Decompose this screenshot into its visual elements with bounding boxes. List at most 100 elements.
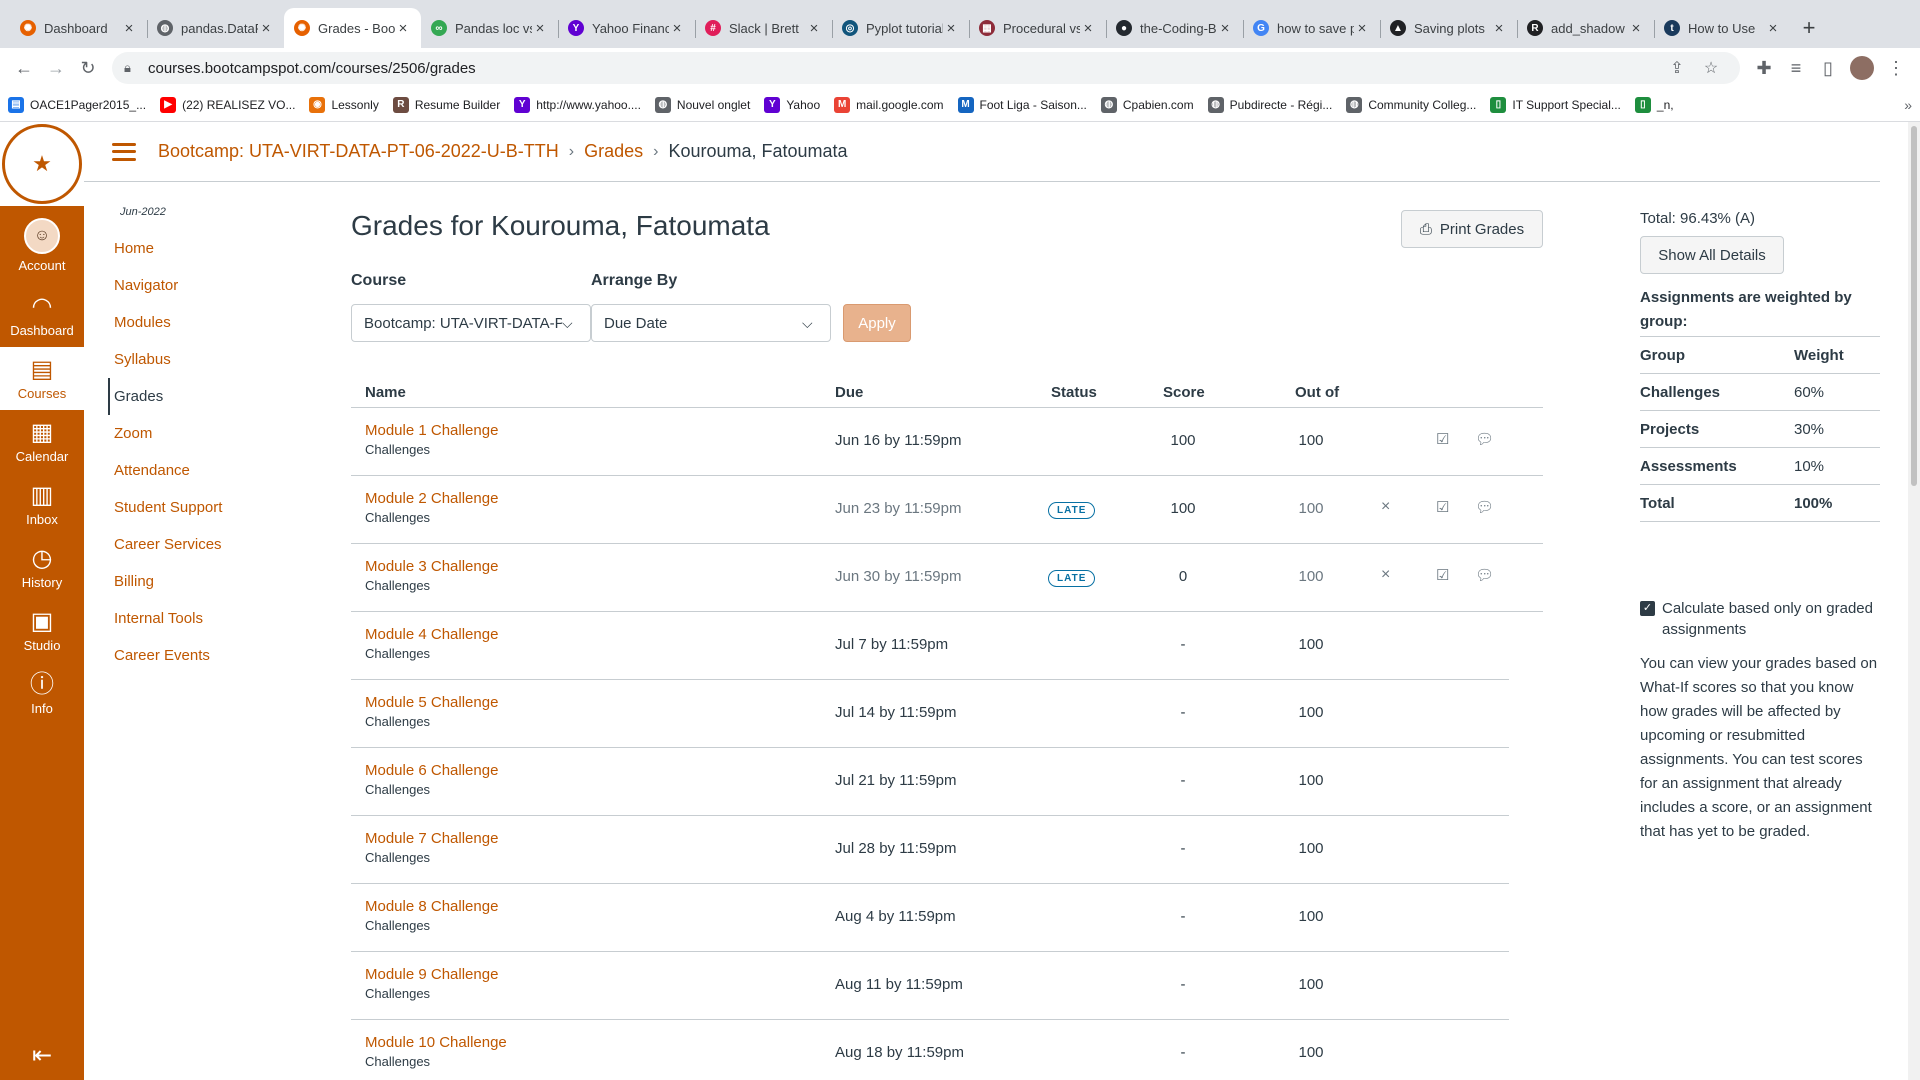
- close-tab-icon[interactable]: ×: [1354, 20, 1370, 37]
- course-nav-student-support[interactable]: Student Support: [108, 489, 222, 526]
- bookmark-item[interactable]: Mmail.google.com: [834, 96, 944, 113]
- close-tab-icon[interactable]: ×: [532, 20, 548, 37]
- global-nav-history[interactable]: ◷ History: [0, 536, 84, 599]
- assignment-link[interactable]: Module 7 Challenge: [365, 830, 498, 847]
- global-nav-calendar[interactable]: ▦ Calendar: [0, 410, 84, 473]
- course-nav-billing[interactable]: Billing: [108, 563, 222, 600]
- share-icon[interactable]: ⇪: [1660, 58, 1694, 78]
- browser-tab[interactable]: # Slack | Brett ×: [695, 8, 832, 48]
- assignment-link[interactable]: Module 10 Challenge: [365, 1034, 507, 1051]
- bookmark-item[interactable]: Y Yahoo: [764, 96, 820, 113]
- browser-tab[interactable]: ● the-Coding-Bootcamp×: [1106, 8, 1243, 48]
- global-nav-dashboard[interactable]: ◠ Dashboard: [0, 284, 84, 347]
- bookmark-item[interactable]: M Foot Liga - Saison...: [957, 96, 1087, 113]
- bookmark-item[interactable]: ▯ _n,: [1634, 96, 1674, 113]
- bookmark-item[interactable]: ▯ IT Support Special...: [1490, 96, 1621, 113]
- bookmark-item[interactable]: ◍ Community Colleg...: [1346, 96, 1476, 113]
- bookmark-item[interactable]: ◍ Cpabien.com: [1100, 96, 1194, 113]
- course-nav-home[interactable]: Home: [108, 230, 222, 267]
- course-nav-modules[interactable]: Modules: [108, 304, 222, 341]
- back-arrow-icon[interactable]: ←: [8, 52, 40, 84]
- assignment-link[interactable]: Module 1 Challenge: [365, 422, 498, 439]
- browser-tab[interactable]: Y Yahoo Finance×: [558, 8, 695, 48]
- close-tab-icon[interactable]: ×: [395, 20, 411, 37]
- bookmark-item[interactable]: ◍ Nouvel onglet: [654, 96, 750, 113]
- profile-avatar[interactable]: [1850, 56, 1874, 80]
- bookmark-item[interactable]: ◉ Lessonly: [309, 96, 379, 113]
- comments-icon[interactable]: 💬︎: [1475, 430, 1494, 448]
- assignment-link[interactable]: Module 8 Challenge: [365, 898, 498, 915]
- new-tab-icon[interactable]: +: [1791, 8, 1827, 48]
- rubric-icon[interactable]: ☑: [1436, 430, 1449, 448]
- apply-button[interactable]: Apply: [843, 304, 911, 342]
- course-select[interactable]: Bootcamp: UTA-VIRT-DATA-PT-06-2022-U-B-T…: [351, 304, 591, 342]
- assignment-link[interactable]: Module 9 Challenge: [365, 966, 498, 983]
- close-tab-icon[interactable]: ×: [1080, 20, 1096, 37]
- close-tab-icon[interactable]: ×: [1628, 20, 1644, 37]
- global-nav-info[interactable]: ⓘ Info: [0, 662, 84, 725]
- close-tab-icon[interactable]: ×: [1765, 20, 1781, 37]
- browser-tab[interactable]: ▲ Saving plots ×: [1380, 8, 1517, 48]
- checkbox-checked-icon[interactable]: ✓: [1640, 601, 1655, 616]
- assignment-link[interactable]: Module 5 Challenge: [365, 694, 498, 711]
- menu-kebab-icon[interactable]: ⋮: [1880, 52, 1912, 84]
- breadcrumb-course-link[interactable]: Bootcamp: UTA-VIRT-DATA-PT-06-2022-U-B-T…: [158, 141, 559, 162]
- scrollbar-thumb[interactable]: [1911, 126, 1917, 486]
- reload-icon[interactable]: ↻: [72, 52, 104, 84]
- close-tab-icon[interactable]: ×: [258, 20, 274, 37]
- comments-icon[interactable]: 💬︎: [1475, 498, 1494, 516]
- browser-tab[interactable]: ◍ pandas.DataFrame×: [147, 8, 284, 48]
- university-seal-logo[interactable]: ★: [0, 122, 84, 206]
- extensions-puzzle-icon[interactable]: ✚: [1748, 52, 1780, 84]
- browser-tab[interactable]: t How to Use ×: [1654, 8, 1791, 48]
- assignment-link[interactable]: Module 6 Challenge: [365, 762, 498, 779]
- arrange-by-select[interactable]: Due Date ⌵: [591, 304, 831, 342]
- breadcrumb-grades-link[interactable]: Grades: [584, 141, 643, 162]
- course-nav-attendance[interactable]: Attendance: [108, 452, 222, 489]
- close-tab-icon[interactable]: ×: [943, 20, 959, 37]
- assignment-link[interactable]: Module 4 Challenge: [365, 626, 498, 643]
- rubric-icon[interactable]: ☑: [1436, 498, 1449, 516]
- score[interactable]: 100: [1163, 500, 1203, 517]
- browser-tab[interactable]: ▦ Procedural vs ×: [969, 8, 1106, 48]
- course-nav-internal-tools[interactable]: Internal Tools: [108, 600, 222, 637]
- assignment-link[interactable]: Module 3 Challenge: [365, 558, 498, 575]
- close-tab-icon[interactable]: ×: [669, 20, 685, 37]
- course-nav-career-services[interactable]: Career Services: [108, 526, 222, 563]
- bookmark-item[interactable]: Yhttp://www.yahoo....: [514, 96, 641, 113]
- close-tab-icon[interactable]: ×: [121, 20, 137, 37]
- reading-list-icon[interactable]: ≡: [1780, 52, 1812, 84]
- comments-icon[interactable]: 💬︎: [1475, 566, 1494, 584]
- calculate-graded-only[interactable]: ✓ Calculate based only on graded assignm…: [1640, 598, 1880, 640]
- global-nav-studio[interactable]: ▣ Studio: [0, 599, 84, 662]
- bookmark-item[interactable]: ◍ Pubdirecte - Régi...: [1207, 96, 1332, 113]
- rubric-icon[interactable]: ☑: [1436, 566, 1449, 584]
- bookmark-item[interactable]: ▤ OACE1Pager2015_...: [8, 96, 146, 113]
- assignment-link[interactable]: Module 2 Challenge: [365, 490, 498, 507]
- collapse-nav-icon[interactable]: ⇤: [0, 1041, 84, 1070]
- browser-tab[interactable]: Radd_shadow ×: [1517, 8, 1654, 48]
- course-nav-grades[interactable]: Grades: [108, 378, 222, 415]
- course-nav-navigator[interactable]: Navigator: [108, 267, 222, 304]
- address-bar[interactable]: 🔒︎ courses.bootcampspot.com/courses/2506…: [112, 52, 1740, 84]
- close-tab-icon[interactable]: ×: [1491, 20, 1507, 37]
- hamburger-menu-icon[interactable]: [112, 142, 136, 161]
- score[interactable]: 100: [1163, 432, 1203, 449]
- browser-tab[interactable]: ◎ Pyplot tutorial ×: [832, 8, 969, 48]
- print-grades-button[interactable]: ⎙ Print Grades: [1401, 210, 1543, 248]
- course-nav-syllabus[interactable]: Syllabus: [108, 341, 222, 378]
- score[interactable]: 0: [1163, 568, 1203, 585]
- show-all-details-button[interactable]: Show All Details: [1640, 236, 1784, 274]
- browser-tab[interactable]: ∞ Pandas loc vs iloc×: [421, 8, 558, 48]
- course-nav-career-events[interactable]: Career Events: [108, 637, 222, 674]
- close-tab-icon[interactable]: ×: [806, 20, 822, 37]
- page-scrollbar[interactable]: [1908, 122, 1920, 1080]
- bookmark-star-icon[interactable]: ☆: [1694, 58, 1728, 78]
- browser-tab[interactable]: Ghow to save plot×: [1243, 8, 1380, 48]
- global-nav-account[interactable]: ☺ Account: [0, 206, 84, 284]
- side-panel-icon[interactable]: ▯: [1812, 52, 1844, 84]
- bookmarks-overflow-icon[interactable]: »: [1904, 97, 1912, 113]
- browser-tab[interactable]: ✺ Dashboard ×: [10, 8, 147, 48]
- close-tab-icon[interactable]: ×: [1217, 20, 1233, 37]
- browser-tab[interactable]: ✺ Grades - Bootcamp×: [284, 8, 421, 48]
